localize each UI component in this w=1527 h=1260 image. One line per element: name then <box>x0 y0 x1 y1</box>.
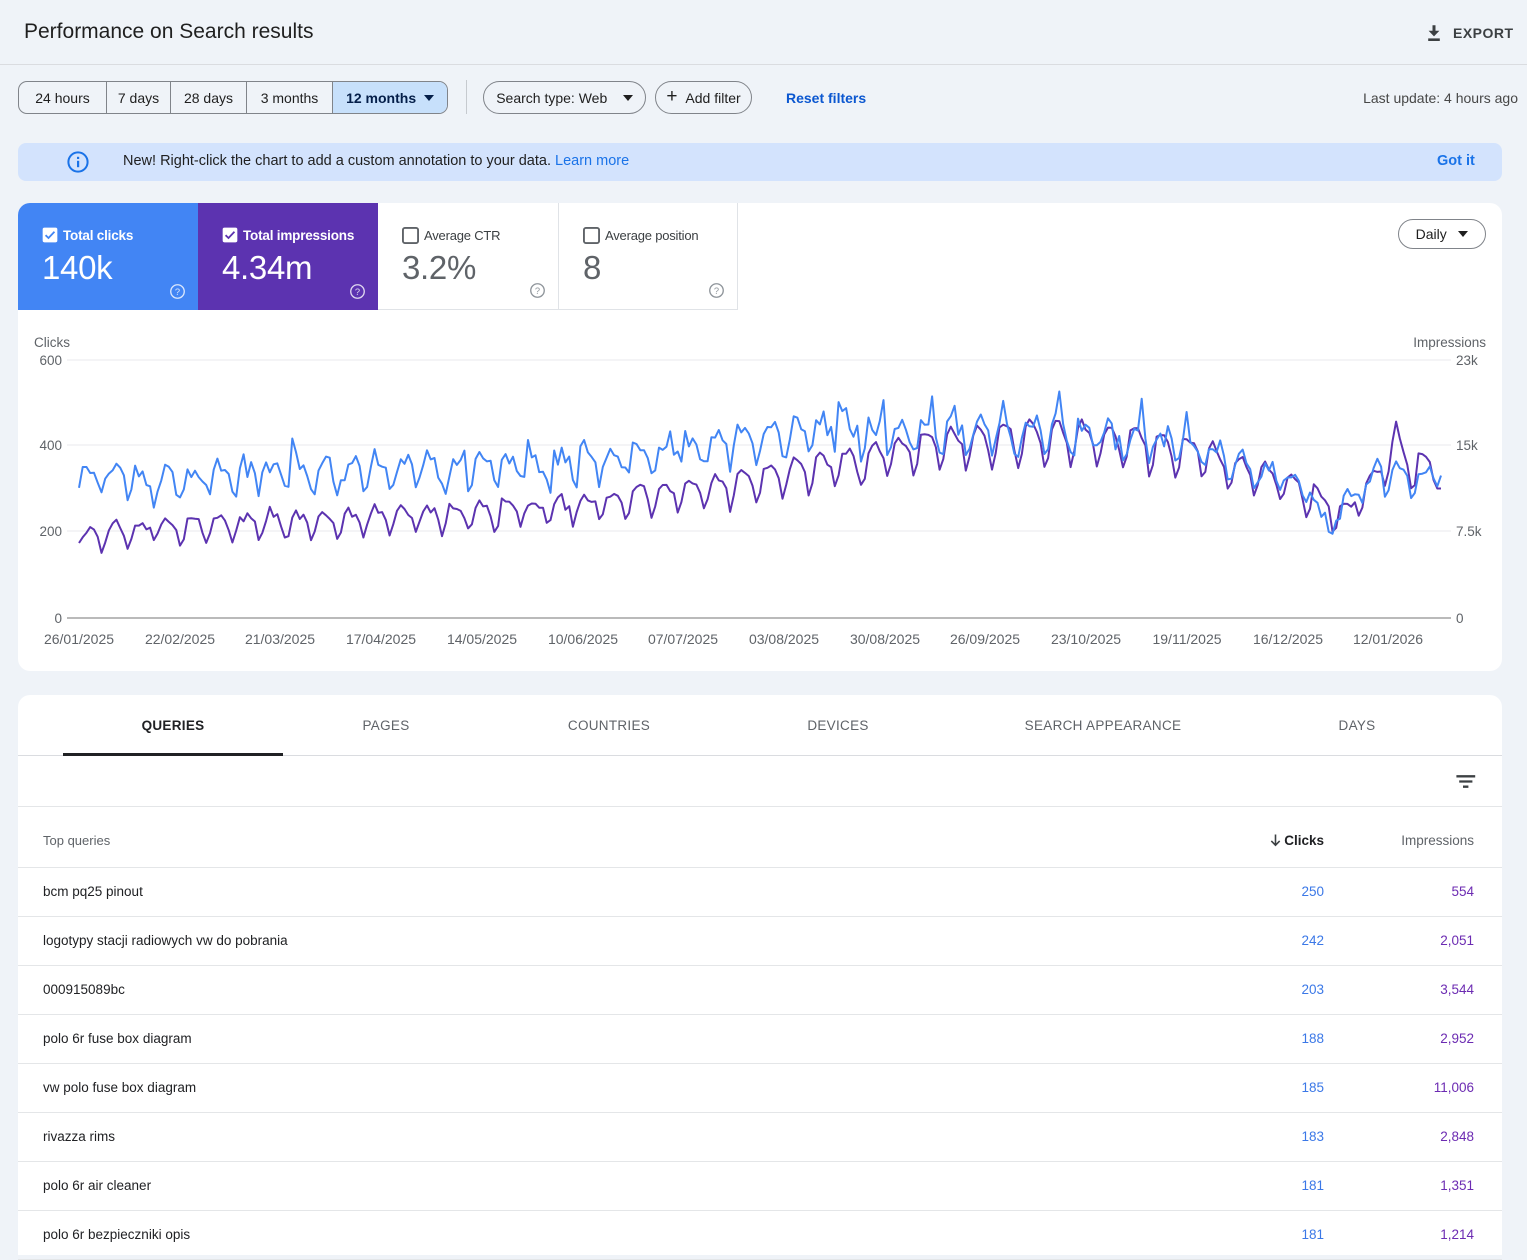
svg-text:16/12/2025: 16/12/2025 <box>1253 631 1323 647</box>
svg-text:400: 400 <box>39 438 62 453</box>
svg-text:0: 0 <box>54 611 62 626</box>
svg-text:Clicks: Clicks <box>34 335 70 350</box>
svg-text:26/01/2025: 26/01/2025 <box>44 631 114 647</box>
svg-text:23k: 23k <box>1456 353 1478 368</box>
svg-text:23/10/2025: 23/10/2025 <box>1051 631 1121 647</box>
svg-text:10/06/2025: 10/06/2025 <box>548 631 618 647</box>
svg-text:30/08/2025: 30/08/2025 <box>850 631 920 647</box>
svg-text:21/03/2025: 21/03/2025 <box>245 631 315 647</box>
svg-text:03/08/2025: 03/08/2025 <box>749 631 819 647</box>
svg-text:17/04/2025: 17/04/2025 <box>346 631 416 647</box>
svg-text:7.5k: 7.5k <box>1456 524 1482 539</box>
svg-text:Impressions: Impressions <box>1413 335 1486 350</box>
svg-text:200: 200 <box>39 524 62 539</box>
svg-text:14/05/2025: 14/05/2025 <box>447 631 517 647</box>
svg-text:12/01/2026: 12/01/2026 <box>1353 631 1423 647</box>
svg-text:600: 600 <box>39 353 62 368</box>
svg-text:26/09/2025: 26/09/2025 <box>950 631 1020 647</box>
svg-text:19/11/2025: 19/11/2025 <box>1152 631 1221 647</box>
svg-text:15k: 15k <box>1456 438 1478 453</box>
svg-text:0: 0 <box>1456 611 1464 626</box>
svg-text:22/02/2025: 22/02/2025 <box>145 631 215 647</box>
svg-text:07/07/2025: 07/07/2025 <box>648 631 718 647</box>
